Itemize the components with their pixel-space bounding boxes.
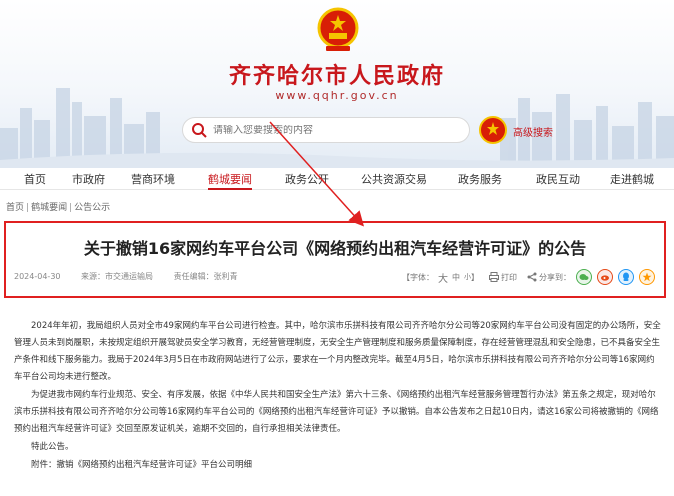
font-size-medium[interactable]: 中 — [452, 272, 460, 283]
share-area: 分享到： — [527, 272, 571, 283]
article-source: 来源：市交通运输局 — [81, 272, 154, 281]
font-size-bracket: 】 — [471, 272, 479, 282]
nav-item-public-resources[interactable]: 公共资源交易 — [361, 171, 427, 187]
share-label: 分享到： — [539, 272, 571, 282]
main-nav: 首页 市政府 营商环境 鹤城要闻 政务公开 公共资源交易 政务服务 政民互动 走… — [0, 168, 674, 190]
qzone-star-icon — [642, 272, 652, 282]
font-size-small[interactable]: 小 — [464, 272, 471, 282]
nav-item-government-affairs[interactable]: 政务公开 — [285, 171, 329, 187]
breadcrumb-separator: | — [26, 203, 30, 213]
article-editor: 责任编辑：张利青 — [173, 272, 238, 281]
search-input[interactable] — [213, 124, 469, 136]
share-weibo-button[interactable] — [597, 269, 613, 285]
wechat-icon — [579, 274, 589, 280]
share-wechat-button[interactable] — [576, 269, 592, 285]
article-title: 关于撤销16家网约车平台公司《网络预约出租汽车经营许可证》的公告 — [83, 239, 587, 258]
nav-item-city-government[interactable]: 市政府 — [72, 171, 105, 187]
share-icon — [527, 272, 537, 282]
nav-item-hecheng-news[interactable]: 鹤城要闻 — [208, 171, 252, 190]
breadcrumb-announcements[interactable]: 公告公示 — [74, 203, 110, 213]
attachment-link[interactable]: 附件：撤销《网络预约出租汽车经营许可证》平台公司明细 — [14, 457, 662, 474]
share-qzone-button[interactable] — [639, 269, 655, 285]
printer-icon — [489, 272, 499, 282]
search-icon[interactable] — [191, 122, 207, 138]
weibo-icon — [601, 275, 609, 281]
nav-item-government-services[interactable]: 政务服务 — [458, 171, 502, 187]
search-bar[interactable] — [182, 117, 470, 143]
print-button[interactable]: 打印 — [489, 272, 517, 283]
breadcrumb-hecheng-news[interactable]: 鹤城要闻 — [31, 203, 67, 213]
nav-item-home[interactable]: 首页 — [24, 171, 46, 187]
site-header: 齐齐哈尔市人民政府 www.qqhr.gov.cn 高级搜索 — [0, 0, 674, 168]
article-tools: 【字体： 大 中 小 】 打印 分享到： — [402, 269, 655, 285]
article-body: 2024年年初，我局组织人员对全市49家网约车平台公司进行检查。其中，哈尔滨市乐… — [14, 318, 662, 475]
body-paragraph-2: 为促进我市网约车行业规范、安全、有序发展，依据《中华人民共和国安全生产法》第六十… — [14, 390, 659, 434]
font-size-large[interactable]: 大 — [438, 270, 448, 285]
body-paragraph-1: 2024年年初，我局组织人员对全市49家网约车平台公司进行检查。其中，哈尔滨市乐… — [14, 321, 661, 382]
article-meta: 2024-04-30 来源：市交通运输局 责任编辑：张利青 — [14, 271, 256, 282]
publish-date: 2024-04-30 — [14, 272, 61, 281]
national-emblem-icon — [317, 7, 359, 51]
nav-item-public-interaction[interactable]: 政民互动 — [536, 171, 580, 187]
nav-item-business-environment[interactable]: 营商环境 — [131, 171, 175, 187]
body-paragraph-3: 特此公告。 — [31, 442, 74, 452]
print-label: 打印 — [501, 272, 517, 282]
qq-icon — [623, 272, 629, 281]
site-url: www.qqhr.gov.cn — [275, 89, 399, 102]
font-size-label: 【字体： — [402, 272, 434, 282]
breadcrumb: 首页 | 鹤城要闻 | 公告公示 — [6, 200, 110, 213]
article-header-highlight: 关于撤销16家网约车平台公司《网络预约出租汽车经营许可证》的公告 2024-04… — [4, 221, 666, 298]
site-title: 齐齐哈尔市人民政府 — [228, 63, 445, 89]
breadcrumb-home[interactable]: 首页 — [6, 203, 24, 213]
nav-item-about-hecheng[interactable]: 走进鹤城 — [610, 171, 654, 187]
advanced-search-link[interactable]: 高级搜索 — [513, 124, 553, 139]
emblem-badge-icon — [479, 116, 507, 144]
share-qq-button[interactable] — [618, 269, 634, 285]
breadcrumb-separator: | — [69, 203, 73, 213]
